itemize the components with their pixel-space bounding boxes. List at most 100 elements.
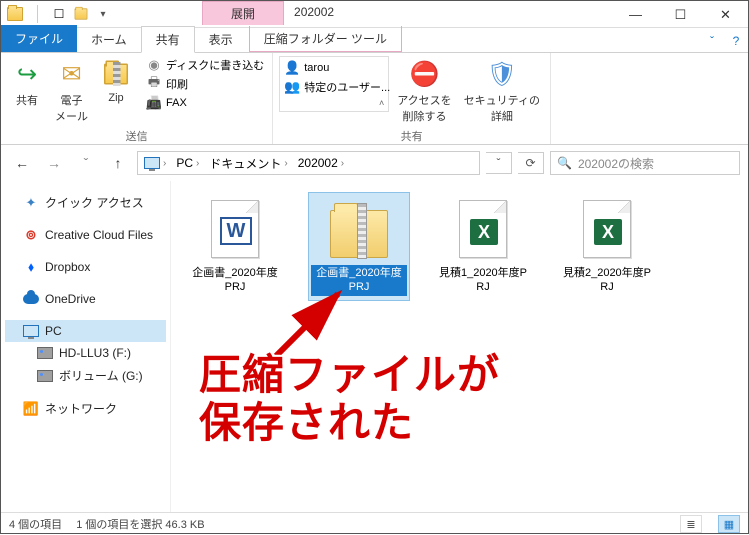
dropbox-icon: ⬧ bbox=[23, 259, 39, 275]
tab-compressed-tools[interactable]: 圧縮フォルダー ツール bbox=[249, 26, 402, 52]
sidebar-item-drive-f[interactable]: HD-LLU3 (F:) bbox=[5, 342, 166, 364]
new-folder-icon[interactable] bbox=[71, 4, 91, 24]
annotation-text: 圧縮ファイルが 保存された bbox=[199, 351, 500, 448]
star-icon: ✦ bbox=[23, 195, 39, 211]
qat-dropdown-icon[interactable]: ▾ bbox=[93, 4, 113, 24]
contextual-tab-title: 展開 bbox=[202, 1, 284, 25]
file-item-excel-1[interactable]: X 見積1_2020年度PRJ bbox=[433, 193, 533, 300]
sidebar-item-dropbox[interactable]: ⬧ Dropbox bbox=[5, 256, 166, 278]
shield-icon: 🛡 bbox=[486, 58, 518, 90]
status-item-count: 4 個の項目 bbox=[9, 516, 62, 532]
ribbon-group-send-label: 送信 bbox=[7, 126, 266, 146]
email-label: 電子 メール bbox=[55, 92, 88, 124]
burn-label: ディスクに書き込む bbox=[166, 57, 264, 73]
share-icon: ↪ bbox=[11, 58, 43, 90]
sidebar-item-onedrive[interactable]: OneDrive bbox=[5, 288, 166, 310]
tab-view[interactable]: 表示 bbox=[195, 27, 247, 52]
search-placeholder: 202002の検索 bbox=[578, 155, 654, 172]
remove-access-icon: ⛔ bbox=[408, 58, 440, 90]
properties-icon[interactable]: ☐ bbox=[49, 4, 69, 24]
tab-home[interactable]: ホーム bbox=[77, 27, 141, 52]
zip-button[interactable]: Zip bbox=[96, 56, 136, 106]
title-bar: ☐ ▾ 展開 202002 — ☐ ✕ bbox=[1, 1, 748, 28]
view-details-button[interactable]: ≣ bbox=[680, 515, 702, 533]
window-title: 202002 bbox=[284, 1, 613, 27]
zip-label: Zip bbox=[108, 92, 123, 104]
tab-share[interactable]: 共有 bbox=[141, 26, 195, 53]
forward-button[interactable]: → bbox=[41, 150, 67, 176]
help-button[interactable]: ? bbox=[724, 30, 748, 52]
content-pane[interactable]: W 企画書_2020年度PRJ 企画書_2020年度PRJ X 見積1_2020… bbox=[171, 181, 748, 512]
advanced-security-button[interactable]: 🛡 セキュリティの 詳細 bbox=[460, 56, 544, 126]
recent-locations-button[interactable]: ˇ bbox=[73, 150, 99, 176]
sidebar-item-drive-g[interactable]: ボリューム (G:) bbox=[5, 364, 166, 387]
navigation-pane[interactable]: ✦ クイック アクセス ⊚ Creative Cloud Files ⬧ Dro… bbox=[1, 181, 171, 512]
share-button[interactable]: ↪ 共有 bbox=[7, 56, 47, 110]
status-bar: 4 個の項目 1 個の項目を選択 46.3 KB ≣ ▦ bbox=[1, 512, 748, 535]
cc-icon: ⊚ bbox=[23, 227, 39, 243]
folder-icon[interactable] bbox=[5, 4, 25, 24]
tab-file[interactable]: ファイル bbox=[1, 25, 77, 52]
sidebar-item-pc[interactable]: PC bbox=[5, 320, 166, 342]
up-button[interactable]: ↑ bbox=[105, 150, 131, 176]
main-area: ✦ クイック アクセス ⊚ Creative Cloud Files ⬧ Dro… bbox=[1, 181, 748, 512]
sidebar-label: ネットワーク bbox=[45, 400, 117, 417]
annotation-line1: 圧縮ファイルが bbox=[199, 351, 500, 399]
search-input[interactable]: 🔍 202002の検索 bbox=[550, 151, 740, 175]
refresh-button[interactable]: ⟳ bbox=[518, 152, 544, 174]
qat-divider bbox=[27, 4, 47, 24]
hdd-icon bbox=[37, 345, 53, 361]
fax-label: FAX bbox=[166, 97, 187, 109]
zip-icon bbox=[100, 58, 132, 90]
breadcrumb-documents[interactable]: ドキュメント› bbox=[205, 155, 291, 172]
share-user-item[interactable]: 👤 tarou bbox=[282, 59, 386, 77]
file-label: 見積1_2020年度PRJ bbox=[435, 265, 531, 296]
security-label: セキュリティの 詳細 bbox=[464, 92, 540, 124]
status-selection: 1 個の項目を選択 46.3 KB bbox=[76, 516, 204, 532]
sidebar-item-quick-access[interactable]: ✦ クイック アクセス bbox=[5, 191, 166, 214]
excel-file-icon: X bbox=[575, 197, 639, 261]
remove-access-button[interactable]: ⛔ アクセスを 削除する bbox=[393, 56, 455, 126]
print-button[interactable]: 🖶 印刷 bbox=[144, 75, 266, 93]
sidebar-label: クイック アクセス bbox=[45, 194, 144, 211]
sidebar-item-creative-cloud[interactable]: ⊚ Creative Cloud Files bbox=[5, 224, 166, 246]
burn-disc-button[interactable]: ◉ ディスクに書き込む bbox=[144, 56, 266, 74]
ribbon-group-share: 👤 tarou 👥 特定のユーザー... ˄ ⛔ アクセスを 削除する 🛡 セキ… bbox=[273, 53, 551, 144]
address-dropdown-button[interactable]: ˇ bbox=[486, 152, 512, 174]
ribbon-collapse-button[interactable]: ˇ bbox=[700, 30, 724, 52]
sidebar-label: PC bbox=[45, 324, 62, 338]
file-label: 企画書_2020年度PRJ bbox=[187, 265, 283, 296]
minimize-button[interactable]: — bbox=[613, 1, 658, 28]
sidebar-label: Dropbox bbox=[45, 260, 90, 274]
file-item-excel-2[interactable]: X 見積2_2020年度PRJ bbox=[557, 193, 657, 300]
sidebar-label: Creative Cloud Files bbox=[45, 228, 153, 242]
remove-access-label: アクセスを 削除する bbox=[397, 92, 451, 124]
maximize-button[interactable]: ☐ bbox=[658, 1, 703, 28]
file-item-word[interactable]: W 企画書_2020年度PRJ bbox=[185, 193, 285, 300]
print-icon: 🖶 bbox=[146, 76, 162, 92]
mail-icon: ✉ bbox=[56, 58, 88, 90]
breadcrumb-root-icon[interactable]: › bbox=[140, 157, 170, 169]
search-icon: 🔍 bbox=[557, 156, 572, 170]
back-button[interactable]: ← bbox=[9, 150, 35, 176]
sidebar-label: OneDrive bbox=[45, 292, 96, 306]
file-item-zip[interactable]: 企画書_2020年度PRJ bbox=[309, 193, 409, 300]
breadcrumb-pc[interactable]: PC› bbox=[172, 156, 203, 170]
network-icon: 📶 bbox=[23, 401, 39, 417]
sidebar-item-network[interactable]: 📶 ネットワーク bbox=[5, 397, 166, 420]
close-button[interactable]: ✕ bbox=[703, 1, 748, 28]
share-specific-label: 特定のユーザー... bbox=[304, 79, 390, 95]
pc-icon bbox=[23, 323, 39, 339]
word-file-icon: W bbox=[203, 197, 267, 261]
fax-button[interactable]: 📠 FAX bbox=[144, 94, 266, 112]
share-list-more[interactable]: ˄ bbox=[282, 97, 386, 109]
email-button[interactable]: ✉ 電子 メール bbox=[51, 56, 92, 126]
items-grid: W 企画書_2020年度PRJ 企画書_2020年度PRJ X 見積1_2020… bbox=[179, 189, 740, 304]
view-icons-button[interactable]: ▦ bbox=[718, 515, 740, 533]
file-label[interactable]: 企画書_2020年度PRJ bbox=[311, 265, 407, 296]
breadcrumb-current[interactable]: 202002› bbox=[294, 156, 348, 170]
file-label: 見積2_2020年度PRJ bbox=[559, 265, 655, 296]
share-specific-users-item[interactable]: 👥 特定のユーザー... bbox=[282, 78, 386, 96]
breadcrumb[interactable]: › PC› ドキュメント› 202002› bbox=[137, 151, 480, 175]
sidebar-label: HD-LLU3 (F:) bbox=[59, 346, 131, 360]
